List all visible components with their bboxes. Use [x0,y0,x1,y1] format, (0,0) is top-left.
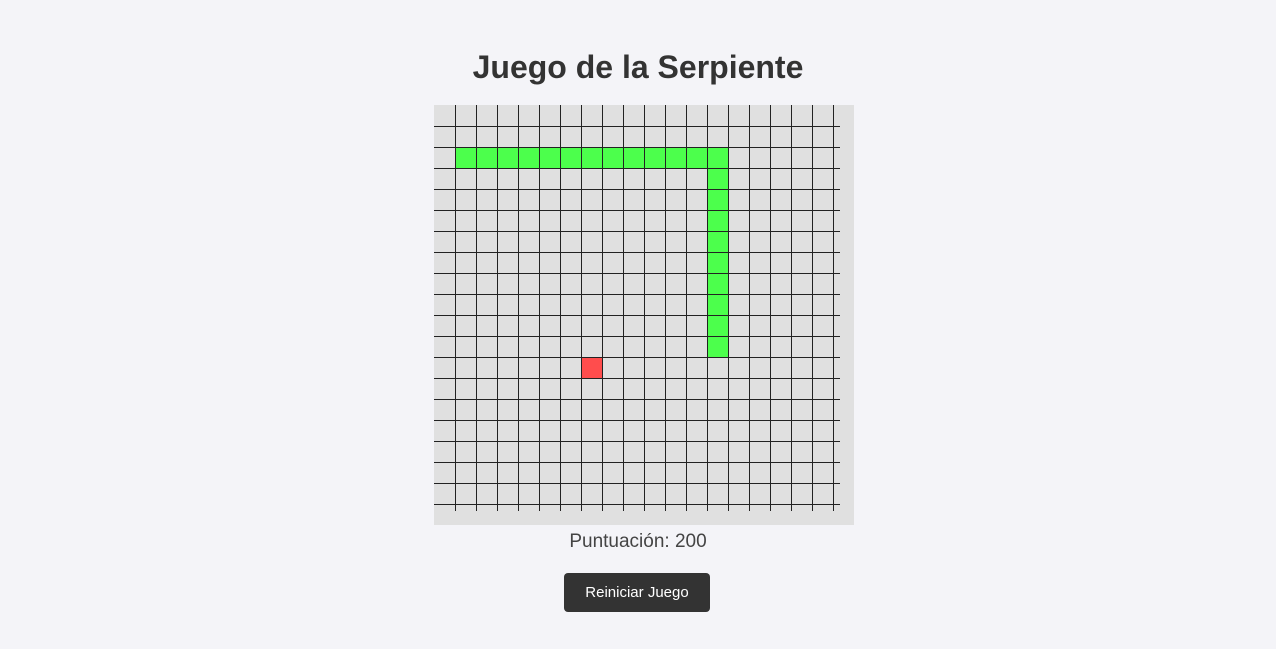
snake-segment [707,210,728,231]
snake-segment [476,147,497,168]
snake-segment [707,336,728,357]
snake-segment [539,147,560,168]
game-board[interactable] [434,105,854,525]
snake-segment [560,147,581,168]
snake-segment [707,273,728,294]
snake-segment [518,147,539,168]
snake-segment [497,147,518,168]
snake-segment [602,147,623,168]
snake-segment [707,315,728,336]
snake-segment [707,231,728,252]
snake-segment [707,147,728,168]
snake-segment [707,294,728,315]
snake-segment [644,147,665,168]
snake-segment [665,147,686,168]
page-title: Juego de la Serpiente [472,49,804,85]
snake-segment [455,147,476,168]
score-display: Puntuación: 200 [569,531,707,552]
snake-segment [623,147,644,168]
snake-segment [707,168,728,189]
snake-segment [581,147,602,168]
snake-segment [707,252,728,273]
food-item [581,357,602,378]
snake-segment [686,147,707,168]
restart-button[interactable]: Reiniciar Juego [564,573,710,612]
snake-segment [707,189,728,210]
game-board-canvas [434,105,854,525]
